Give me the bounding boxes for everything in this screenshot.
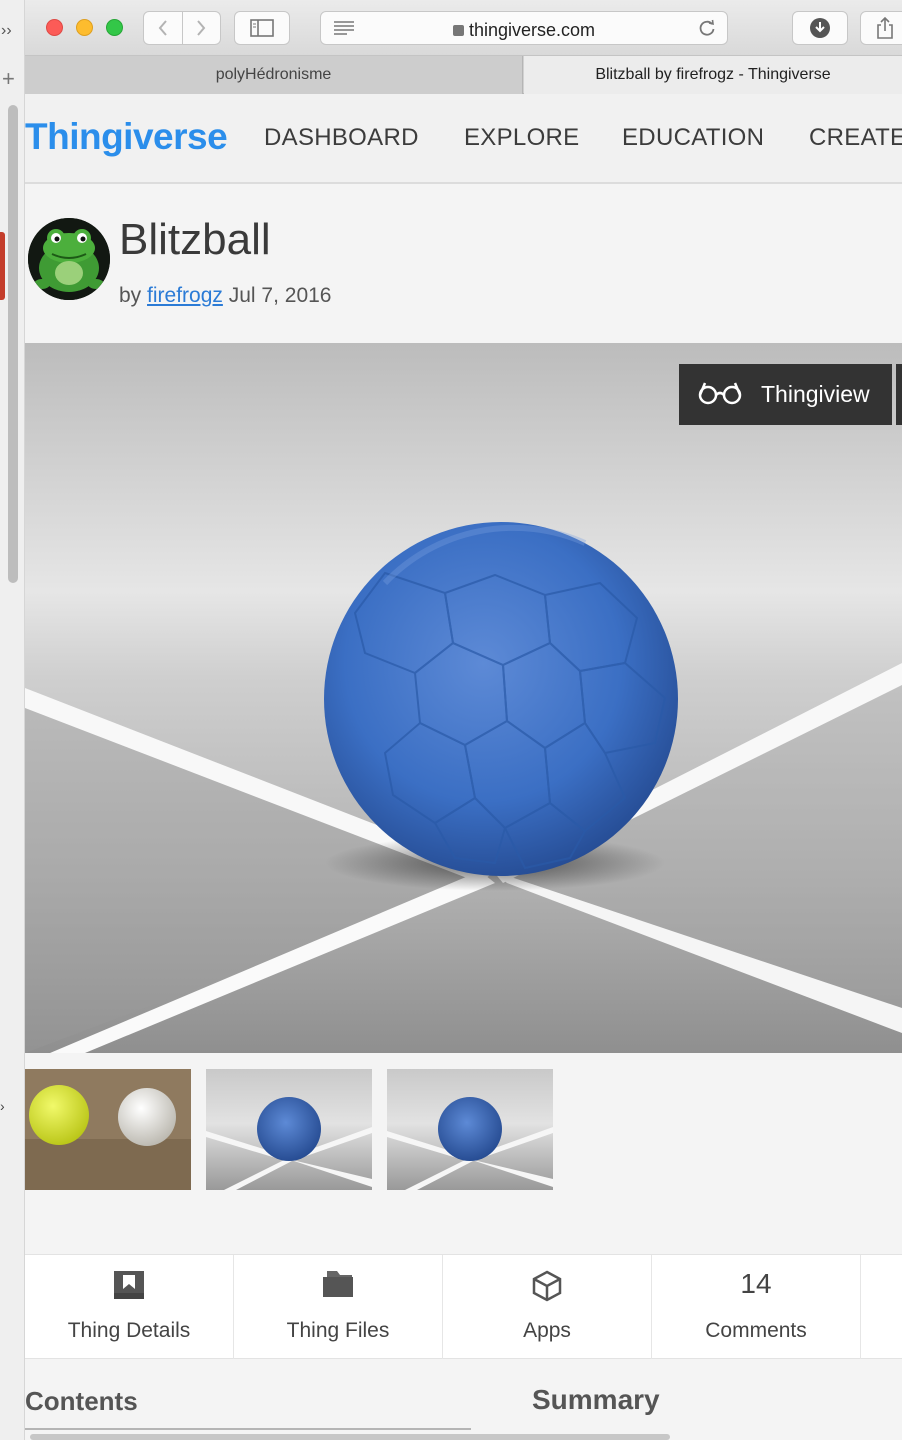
url-display: thingiverse.com — [321, 20, 727, 41]
nav-explore[interactable]: EXPLORE — [464, 124, 579, 152]
minimize-window-button[interactable] — [76, 19, 93, 36]
frog-avatar-image — [28, 218, 110, 300]
tab-label: Thing Files — [286, 1319, 390, 1342]
contents-divider — [25, 1428, 471, 1430]
browser-toolbar: thingiverse.com — [25, 0, 902, 56]
cube-icon — [443, 1269, 651, 1303]
folder-icon — [234, 1269, 442, 1299]
thumbnail-render-2[interactable] — [387, 1069, 553, 1190]
thingiview-label: Thingiview — [761, 381, 870, 407]
render-thumbnail-image — [206, 1069, 372, 1190]
printed-balls-photo — [25, 1069, 191, 1190]
thing-title: Blitzball — [119, 215, 271, 264]
background-window-edge: ›› + › — [0, 0, 25, 1440]
tab-label: Apps — [523, 1319, 571, 1342]
collapse-arrow-icon[interactable]: › — [0, 1098, 5, 1114]
author-avatar[interactable] — [28, 218, 110, 300]
main-render-image[interactable]: Thingiview — [25, 343, 902, 1053]
browser-tab-bar: polyHédronisme Blitzball by firefrogz - … — [25, 56, 902, 94]
thing-byline: by firefrogz Jul 7, 2016 — [119, 284, 331, 308]
nav-create[interactable]: CREATE — [809, 124, 902, 152]
background-window-accent — [0, 232, 5, 300]
thing-details-icon — [25, 1269, 233, 1301]
glasses-icon — [695, 379, 745, 411]
site-header: Thingiverse DASHBOARD EXPLORE EDUCATION … — [25, 94, 902, 184]
thumbnail-photo[interactable] — [25, 1069, 191, 1190]
forward-button[interactable] — [181, 12, 221, 44]
lock-icon — [452, 25, 464, 36]
nav-education[interactable]: EDUCATION — [622, 124, 764, 152]
next-toolbar-button[interactable] — [896, 364, 902, 425]
new-tab-plus-icon[interactable]: + — [2, 66, 15, 92]
chevron-left-icon — [158, 20, 167, 36]
browser-tab-polyhedronisme[interactable]: polyHédronisme — [25, 56, 523, 94]
chevron-right-icon — [197, 20, 206, 36]
back-button[interactable] — [144, 12, 182, 44]
author-link[interactable]: firefrogz — [147, 284, 223, 307]
share-icon — [877, 16, 893, 39]
tab-more[interactable] — [861, 1255, 902, 1359]
tab-comments[interactable]: 14 Comments — [652, 1255, 861, 1359]
by-label: by — [119, 284, 142, 307]
address-bar[interactable]: thingiverse.com — [320, 11, 728, 45]
reload-icon[interactable] — [697, 18, 717, 43]
tab-apps[interactable]: Apps — [443, 1255, 652, 1359]
thingiverse-logo[interactable]: Thingiverse — [25, 116, 228, 158]
thumbnail-render-1[interactable] — [206, 1069, 372, 1190]
url-text: thingiverse.com — [468, 20, 596, 40]
thingiview-button[interactable]: Thingiview — [679, 364, 892, 425]
sidebar-toggle-button[interactable] — [234, 11, 290, 45]
comments-count: 14 — [740, 1268, 772, 1299]
downloads-button[interactable] — [792, 11, 848, 45]
thing-tabs: Thing Details Thing Files Apps 14 Commen… — [25, 1254, 902, 1359]
tab-label: Thing Details — [67, 1319, 191, 1342]
publish-date: Jul 7, 2016 — [228, 284, 332, 307]
history-navigation — [143, 11, 221, 45]
download-icon — [810, 18, 830, 38]
blitzball-render — [25, 343, 902, 1053]
close-window-button[interactable] — [46, 19, 63, 36]
share-button[interactable] — [860, 11, 902, 45]
contents-heading: Contents — [25, 1386, 138, 1416]
tab-thing-details[interactable]: Thing Details — [25, 1255, 234, 1359]
browser-tab-thingiverse[interactable]: Blitzball by firefrogz - Thingiverse — [524, 56, 902, 94]
horizontal-scrollbar[interactable] — [30, 1434, 670, 1440]
tab-label: Comments — [705, 1319, 807, 1342]
render-thumbnail-image — [387, 1069, 553, 1190]
left-scrollbar[interactable] — [8, 105, 18, 583]
nav-dashboard[interactable]: DASHBOARD — [264, 124, 419, 152]
summary-heading: Summary — [532, 1384, 660, 1415]
tab-thing-files[interactable]: Thing Files — [234, 1255, 443, 1359]
sidebar-icon — [250, 19, 274, 37]
zoom-window-button[interactable] — [106, 19, 123, 36]
sidebar-chevron-icon[interactable]: ›› — [1, 22, 12, 40]
